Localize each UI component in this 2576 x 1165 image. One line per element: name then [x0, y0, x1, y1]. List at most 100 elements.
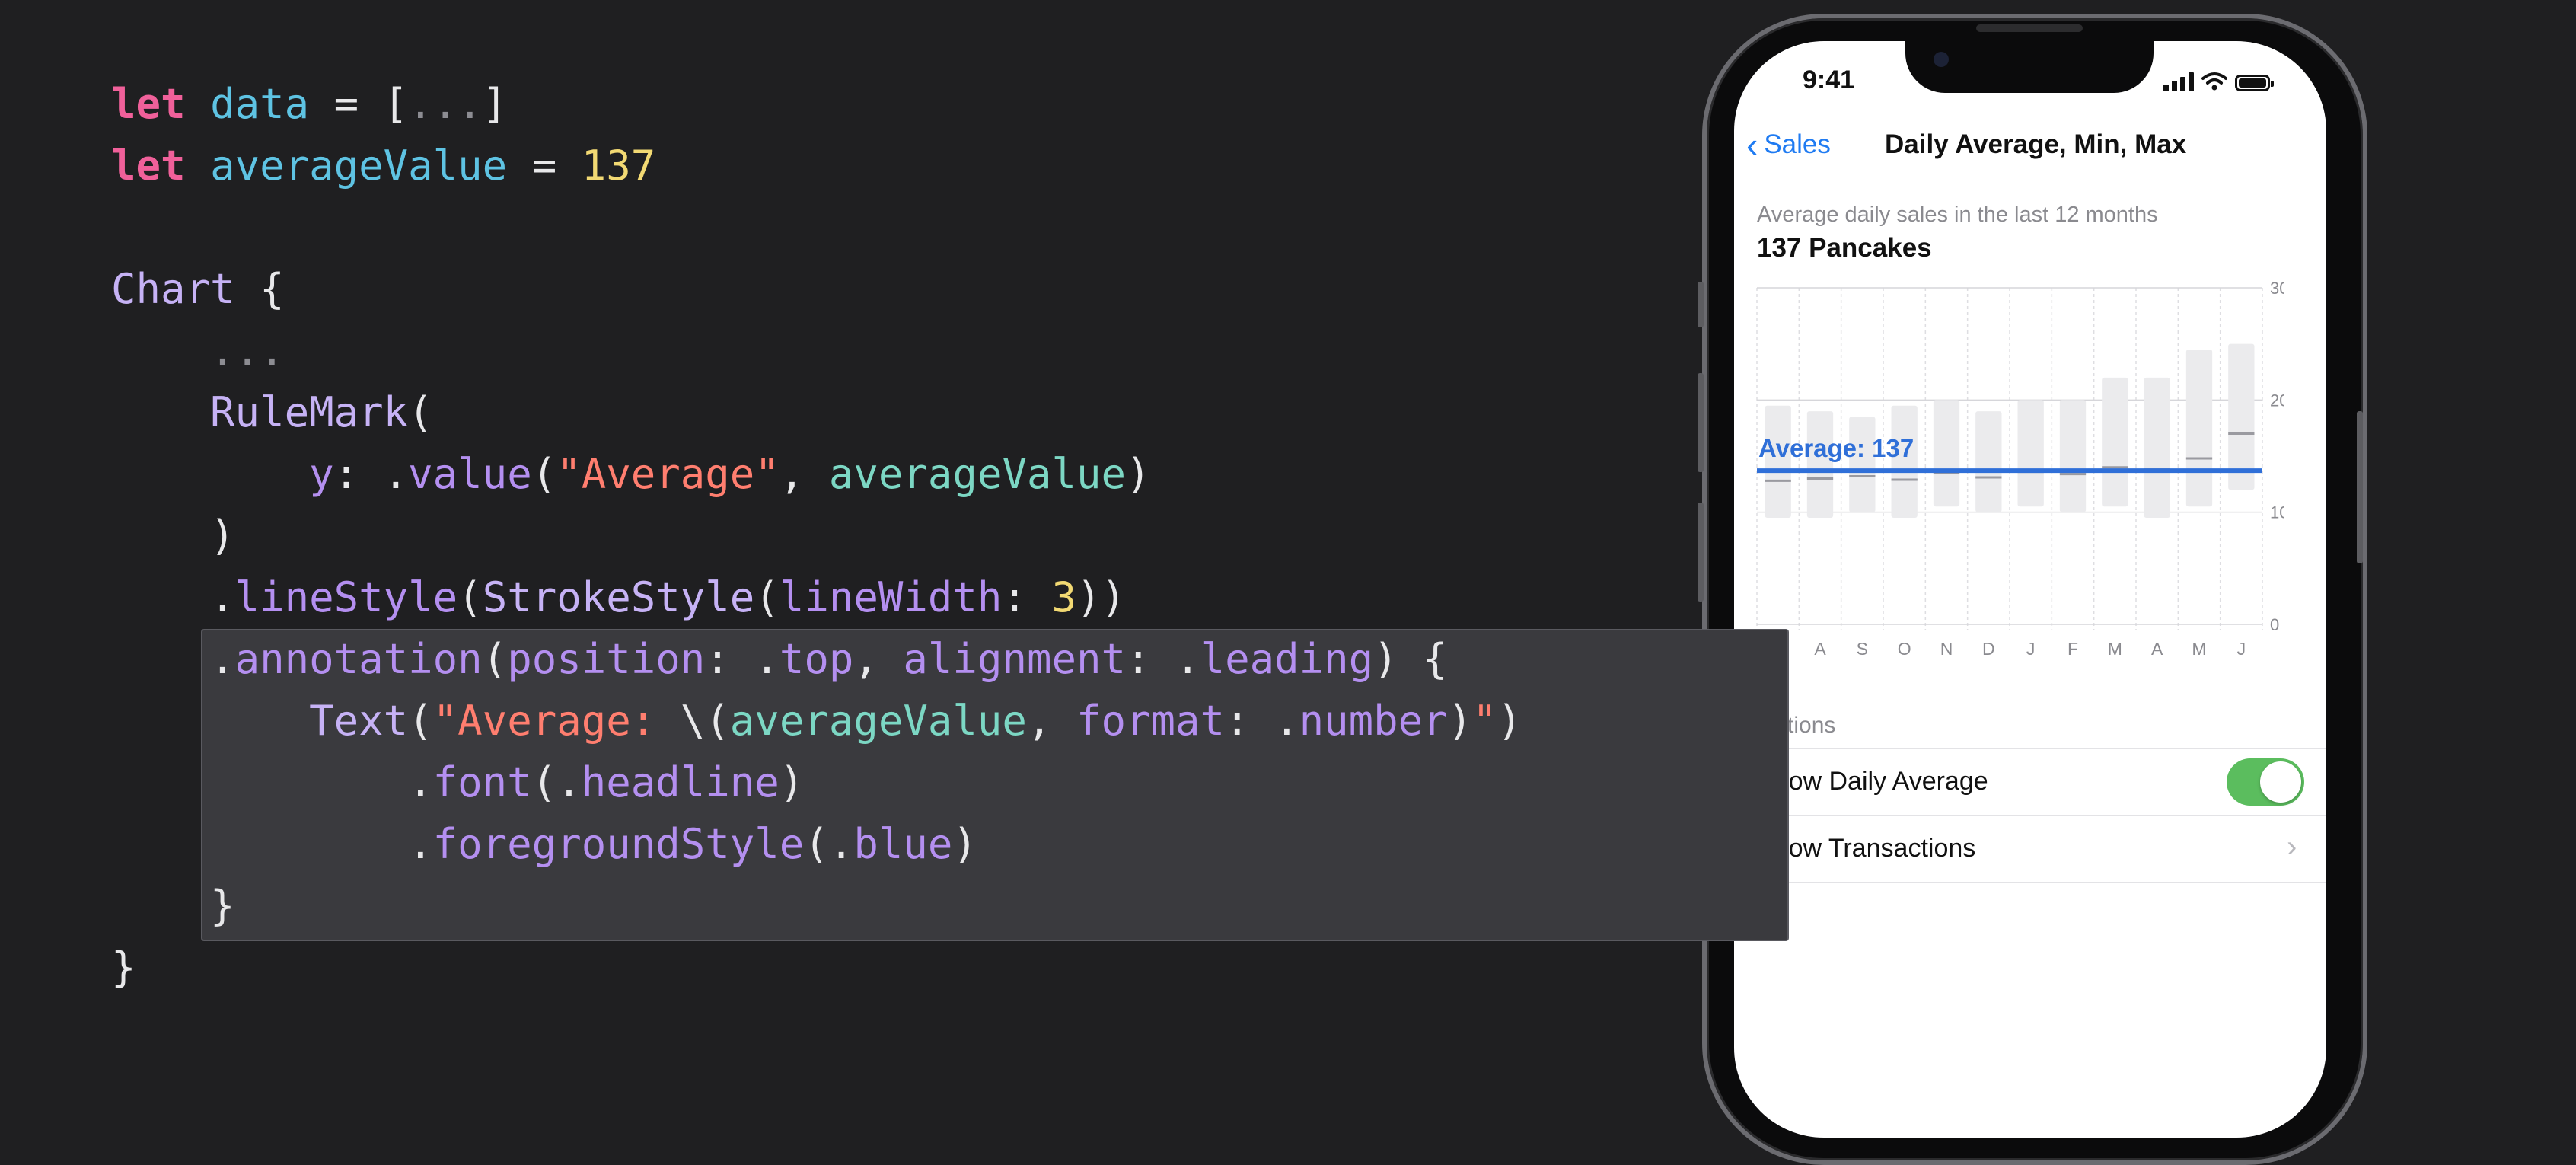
code-line: Chart {: [111, 258, 1522, 320]
code-token: blue: [853, 820, 953, 868]
x-tick-label: A: [1814, 639, 1826, 658]
code-token: .: [111, 820, 433, 868]
volume-up-button: [1698, 373, 1704, 472]
code-token: : .: [1225, 697, 1299, 745]
code-token: StrokeStyle: [482, 573, 755, 621]
code-token: ]: [482, 80, 508, 128]
code-line: }: [111, 875, 1522, 937]
divider: [1757, 748, 2326, 749]
code-token: "Average": [556, 450, 779, 498]
code-token: :: [1002, 573, 1052, 621]
code-token: annotation: [234, 635, 483, 683]
x-tick-label: J: [2026, 639, 2036, 658]
y-tick-label: 0: [2270, 615, 2279, 634]
code-token: (: [531, 450, 557, 498]
code-line: Text("Average: \(averageValue, format: .…: [111, 690, 1522, 752]
code-token: = [: [309, 80, 409, 128]
code-line: .annotation(position: .top, alignment: .…: [111, 628, 1522, 690]
code-token: averageValue: [210, 142, 508, 190]
code-token: headline: [581, 758, 779, 806]
wifi-icon: [2201, 72, 2227, 91]
code-token: ": [1472, 697, 1497, 745]
code-token: RuleMark: [210, 388, 409, 436]
range-bar: [2102, 377, 2128, 507]
code-token: let: [111, 80, 186, 128]
code-token: ): [1126, 450, 1151, 498]
range-bar: [2144, 377, 2170, 519]
x-tick-label: O: [1898, 639, 1911, 658]
code-token: value: [408, 450, 532, 498]
code-token: Chart: [111, 265, 235, 313]
show-daily-average-label: Show Daily Average: [1757, 767, 1988, 796]
y-tick-label: 100: [2270, 503, 2284, 522]
sales-chart: 0100200300JASONDJFMAMJAverage: 137: [1756, 279, 2284, 658]
code-line: y: .value("Average", averageValue): [111, 443, 1522, 505]
back-button[interactable]: ‹ Sales: [1746, 125, 1831, 164]
y-tick-label: 200: [2270, 391, 2284, 410]
status-time: 9:41: [1803, 65, 1855, 94]
code-token: ): [1447, 697, 1473, 745]
code-token: "Average:: [432, 697, 681, 745]
show-daily-average-toggle[interactable]: [2227, 758, 2304, 806]
code-token: top: [779, 635, 854, 683]
code-line: let averageValue = 137: [111, 135, 1522, 196]
code-line: .font(.headline): [111, 752, 1522, 813]
chart-headline: 137 Pancakes: [1757, 233, 1932, 263]
code-token: : .: [1126, 635, 1200, 683]
volume-down-button: [1698, 503, 1704, 602]
code-token: leading: [1200, 635, 1374, 683]
code-token: (: [482, 635, 508, 683]
cellular-signal-icon: [2163, 72, 2194, 91]
code-token: lineStyle: [234, 573, 458, 621]
camera: [1934, 52, 1949, 67]
code-token: data: [210, 80, 310, 128]
nav-title: Daily Average, Min, Max: [1885, 129, 2187, 159]
x-tick-label: S: [1857, 639, 1868, 658]
range-bar: [1806, 411, 1834, 519]
code-token: }: [111, 943, 136, 991]
code-token: ,: [779, 450, 829, 498]
code-token: (: [408, 697, 433, 745]
y-tick-label: 300: [2270, 279, 2284, 298]
code-line: ...: [111, 320, 1522, 381]
code-token: 137: [581, 142, 656, 190]
battery-icon: [2235, 75, 2274, 91]
code-block: let data = [...] let averageValue = 137 Ch…: [111, 73, 1522, 998]
code-token: averageValue: [828, 450, 1127, 498]
ring-switch: [1698, 282, 1704, 327]
code-token: font: [432, 758, 532, 806]
code-token: y: [309, 450, 334, 498]
code-token: (.: [531, 758, 582, 806]
code-token: Text: [309, 697, 409, 745]
code-token: {: [234, 265, 285, 313]
code-token: }: [111, 882, 235, 930]
code-token: let: [111, 142, 186, 190]
code-token: .: [111, 758, 433, 806]
speaker: [1976, 24, 2083, 32]
toggle-knob: [2260, 761, 2301, 803]
chevron-left-icon: ‹: [1746, 125, 1758, 164]
code-token: )): [1076, 573, 1127, 621]
x-tick-label: M: [2192, 639, 2206, 658]
x-tick-label: N: [1940, 639, 1953, 658]
code-token: number: [1299, 697, 1448, 745]
range-bar: [1975, 411, 2002, 512]
code-token: ): [111, 512, 235, 560]
x-tick-label: A: [2151, 639, 2163, 658]
code-token: (: [754, 573, 779, 621]
range-bar: [1849, 417, 1876, 512]
code-token: format: [1076, 697, 1226, 745]
range-bar: [2228, 343, 2255, 490]
code-token: foregroundStyle: [432, 820, 805, 868]
show-transactions-row[interactable]: Show Transactions: [1757, 834, 1975, 863]
range-bar: [1933, 400, 1960, 507]
x-tick-label: F: [2067, 639, 2078, 658]
x-tick-label: M: [2108, 639, 2122, 658]
back-label: Sales: [1764, 129, 1831, 159]
